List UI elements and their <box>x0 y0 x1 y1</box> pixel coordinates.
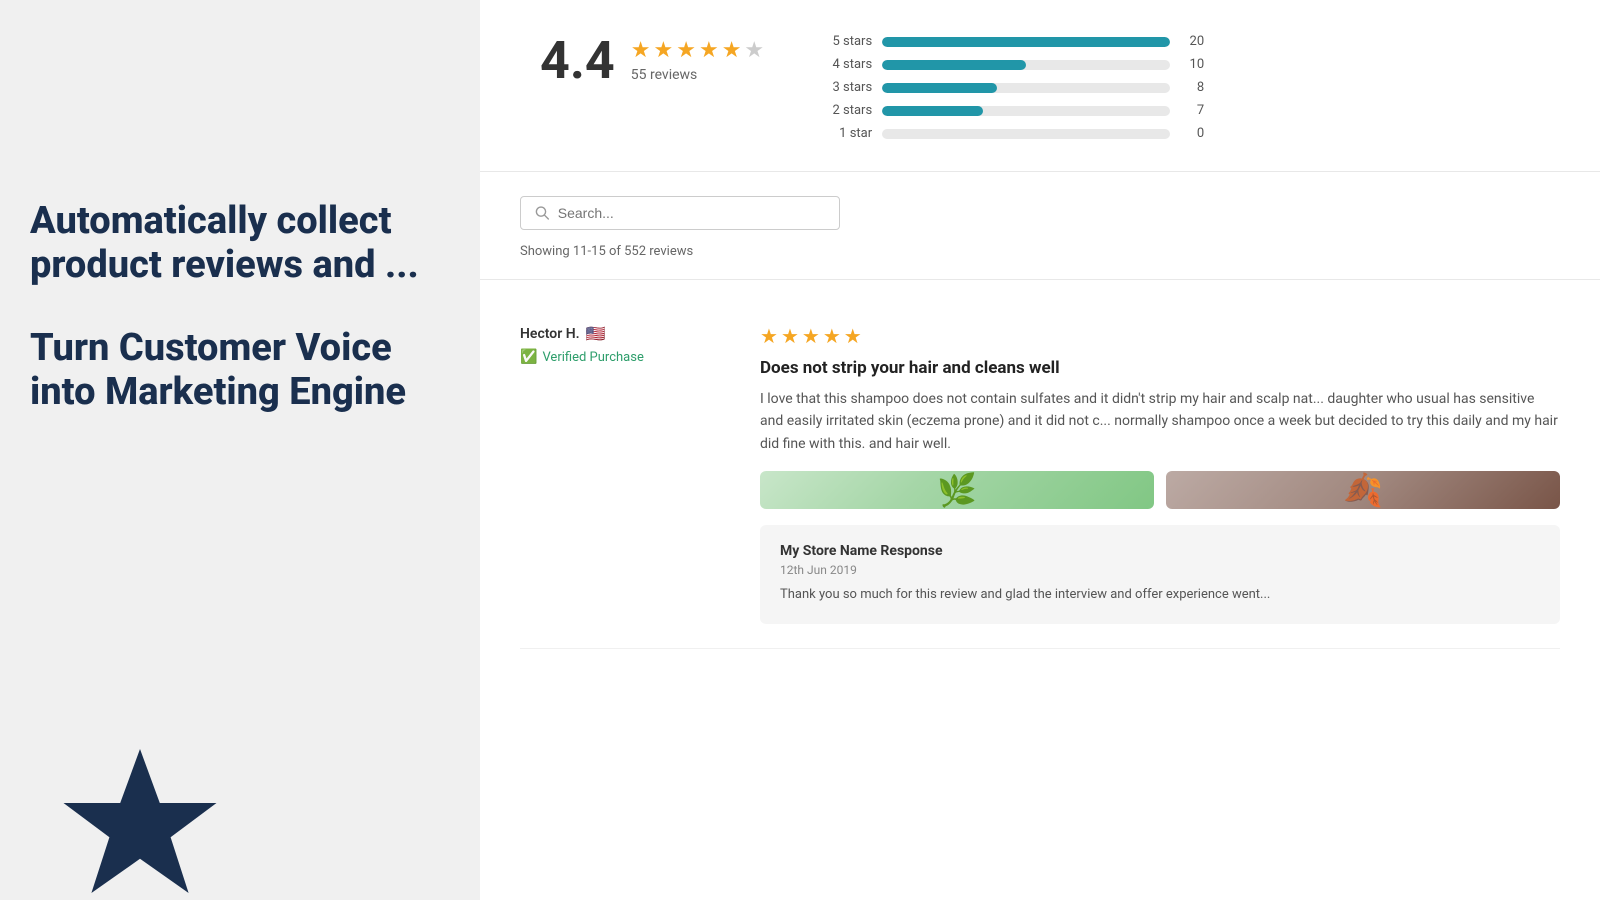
star-2-icon: ★ <box>653 38 673 63</box>
search-box[interactable] <box>520 196 840 230</box>
review-text: I love that this shampoo does not contai… <box>760 388 1560 455</box>
sidebar: Automatically collect product reviews an… <box>0 0 480 900</box>
bar-count-1: 0 <box>1180 126 1204 141</box>
star-decoration-icon <box>50 740 230 900</box>
bar-row-5: 5 stars 20 <box>824 34 1204 49</box>
bar-row-4: 4 stars 10 <box>824 57 1204 72</box>
bar-count-5: 20 <box>1180 34 1204 49</box>
bar-track-2 <box>882 106 1170 116</box>
summary-stars-row: ★ ★ ★ ★ ★ ★ <box>631 38 764 63</box>
store-response-date: 12th Jun 2019 <box>780 563 1540 577</box>
review-images: 🌿 🍂 <box>760 471 1560 509</box>
shampoo-bottle-2-icon: 🍂 <box>1343 471 1383 509</box>
star-6-icon: ★ <box>744 38 764 63</box>
reviewer-flag-icon: 🇺🇸 <box>586 324 606 343</box>
bar-fill-4 <box>882 60 1026 70</box>
rating-stars-info: ★ ★ ★ ★ ★ ★ 55 reviews <box>631 38 764 83</box>
bar-track-4 <box>882 60 1170 70</box>
bar-label-3: 3 stars <box>824 80 872 95</box>
rating-summary: 4.4 ★ ★ ★ ★ ★ ★ 55 reviews 5 stars <box>480 0 1600 172</box>
shampoo-bottle-1-icon: 🌿 <box>937 471 977 509</box>
verified-label: Verified Purchase <box>542 350 643 365</box>
bar-row-2: 2 stars 7 <box>824 103 1204 118</box>
bar-label-2: 2 stars <box>824 103 872 118</box>
reviewer-name: Hector H. 🇺🇸 <box>520 324 720 343</box>
verified-check-icon: ✅ <box>520 349 537 365</box>
bar-fill-3 <box>882 83 997 93</box>
reviewer-name-text: Hector H. <box>520 326 580 342</box>
bar-count-4: 10 <box>1180 57 1204 72</box>
rating-number: 4.4 <box>540 30 615 91</box>
store-response: My Store Name Response 12th Jun 2019 Tha… <box>760 525 1560 624</box>
heading-marketing: Turn Customer Voice into Marketing Engin… <box>30 327 450 414</box>
bar-fill-2 <box>882 106 983 116</box>
review-item: Hector H. 🇺🇸 ✅ Verified Purchase ★ ★ ★ ★… <box>520 300 1560 649</box>
review-star-1-icon: ★ <box>760 324 778 348</box>
showing-text: Showing 11-15 of 552 reviews <box>520 244 1560 259</box>
bar-row-3: 3 stars 8 <box>824 80 1204 95</box>
review-body: ★ ★ ★ ★ ★ Does not strip your hair and c… <box>760 324 1560 624</box>
search-input[interactable] <box>558 205 825 221</box>
store-response-text: Thank you so much for this review and gl… <box>780 585 1540 606</box>
star-4-icon: ★ <box>699 38 719 63</box>
main-content: 4.4 ★ ★ ★ ★ ★ ★ 55 reviews 5 stars <box>480 0 1600 900</box>
bar-track-1 <box>882 129 1170 139</box>
star-bars: 5 stars 20 4 stars 10 3 stars 8 <box>824 30 1204 141</box>
review-star-2-icon: ★ <box>781 324 799 348</box>
review-star-4-icon: ★ <box>823 324 841 348</box>
review-image-1[interactable]: 🌿 <box>760 471 1154 509</box>
bar-fill-5 <box>882 37 1170 47</box>
bar-track-5 <box>882 37 1170 47</box>
review-stars-row: ★ ★ ★ ★ ★ <box>760 324 1560 348</box>
bar-row-1: 1 star 0 <box>824 126 1204 141</box>
review-image-2[interactable]: 🍂 <box>1166 471 1560 509</box>
review-count: 55 reviews <box>631 67 764 83</box>
reviewer-info: Hector H. 🇺🇸 ✅ Verified Purchase <box>520 324 720 624</box>
review-star-3-icon: ★ <box>802 324 820 348</box>
bar-count-3: 8 <box>1180 80 1204 95</box>
search-icon <box>535 205 550 221</box>
star-5-icon: ★ <box>722 38 742 63</box>
star-1-icon: ★ <box>631 38 651 63</box>
bar-track-3 <box>882 83 1170 93</box>
bar-count-2: 7 <box>1180 103 1204 118</box>
heading-collect: Automatically collect product reviews an… <box>30 200 450 287</box>
rating-big: 4.4 ★ ★ ★ ★ ★ ★ 55 reviews <box>540 30 764 91</box>
bar-label-1: 1 star <box>824 126 872 141</box>
star-3-icon: ★ <box>676 38 696 63</box>
review-star-5-icon: ★ <box>844 324 862 348</box>
verified-badge: ✅ Verified Purchase <box>520 349 720 365</box>
store-response-title: My Store Name Response <box>780 543 1540 559</box>
reviews-list: Hector H. 🇺🇸 ✅ Verified Purchase ★ ★ ★ ★… <box>480 280 1600 669</box>
search-section: Showing 11-15 of 552 reviews <box>480 172 1600 280</box>
bar-label-4: 4 stars <box>824 57 872 72</box>
review-title: Does not strip your hair and cleans well <box>760 358 1560 378</box>
bar-label-5: 5 stars <box>824 34 872 49</box>
